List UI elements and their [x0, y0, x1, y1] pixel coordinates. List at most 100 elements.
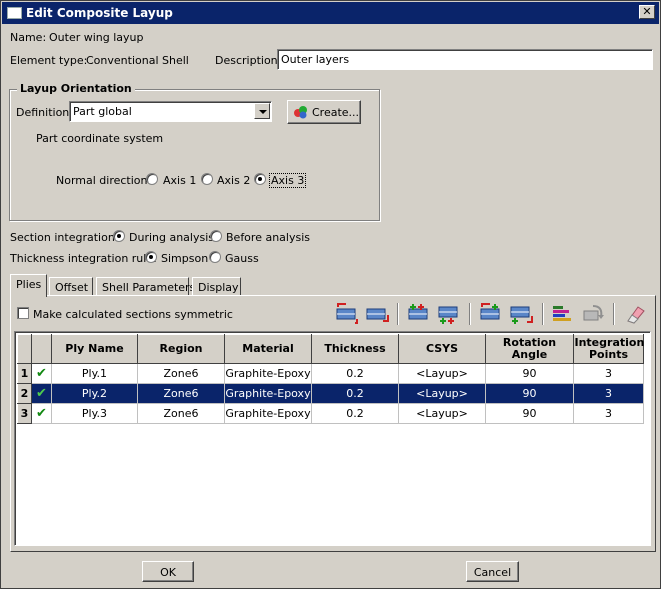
- during-analysis-radio[interactable]: [113, 230, 125, 242]
- during-analysis-label: During analysis: [129, 231, 215, 244]
- eraser-icon[interactable]: [620, 303, 648, 325]
- paste-row-after-icon[interactable]: [507, 303, 535, 325]
- plies-table-grid: Ply Name Region Material Thickness CSYS …: [17, 334, 644, 424]
- description-label: Description:: [215, 54, 282, 67]
- toolbar-separator: [397, 303, 399, 325]
- cell-region[interactable]: Zone6: [137, 403, 225, 424]
- definition-select[interactable]: Part global: [69, 101, 272, 122]
- table-row[interactable]: 1 ✔ Ply.1 Zone6 Graphite-Epoxy 0.2 <Layu…: [17, 363, 644, 384]
- simpson-label: Simpson: [161, 252, 209, 265]
- axis-1-label: Axis 1: [163, 174, 197, 187]
- title-bar[interactable]: Edit Composite Layup ✕: [2, 2, 659, 24]
- coord-system-text: Part coordinate system: [36, 132, 164, 145]
- table-header-row: Ply Name Region Material Thickness CSYS …: [17, 334, 645, 364]
- gauss-label: Gauss: [225, 252, 259, 265]
- row-number[interactable]: 1: [17, 363, 32, 384]
- symmetric-checkbox[interactable]: [17, 307, 29, 319]
- check-icon: ✔: [36, 386, 47, 401]
- column-header-thickness[interactable]: Thickness: [311, 334, 399, 364]
- element-type-label: Element type:: [10, 54, 88, 67]
- toolbar-separator: [613, 303, 615, 325]
- paste-row-before-icon[interactable]: [477, 303, 505, 325]
- layup-orientation-title: Layup Orientation: [17, 82, 135, 95]
- edit-composite-layup-dialog: Edit Composite Layup ✕ Name: Outer wing …: [0, 0, 661, 589]
- toolbar-separator: [469, 303, 471, 325]
- close-button[interactable]: ✕: [639, 5, 655, 19]
- normal-direction-label: Normal direction:: [56, 174, 152, 187]
- insert-row-after-icon[interactable]: [363, 303, 391, 325]
- chevron-down-icon[interactable]: [254, 103, 270, 119]
- axis-1-radio[interactable]: [146, 173, 158, 185]
- cell-integration-points[interactable]: 3: [573, 403, 644, 424]
- plies-table: Ply Name Region Material Thickness CSYS …: [14, 331, 651, 546]
- thickness-rule-label: Thickness integration rule:: [10, 252, 157, 265]
- row-check[interactable]: ✔: [31, 363, 52, 384]
- cell-material[interactable]: Graphite-Epoxy: [224, 403, 312, 424]
- column-header-integration-points[interactable]: Integration Points: [573, 334, 645, 364]
- window-title: Edit Composite Layup: [26, 6, 173, 20]
- cell-region[interactable]: Zone6: [137, 363, 225, 384]
- cell-rotation-angle[interactable]: 90: [485, 363, 574, 384]
- tab-display[interactable]: Display: [192, 277, 241, 297]
- axis-2-label: Axis 2: [217, 174, 251, 187]
- ply-stack-plot-icon[interactable]: [549, 303, 577, 325]
- cell-material[interactable]: Graphite-Epoxy: [224, 383, 312, 404]
- column-header-material[interactable]: Material: [224, 334, 312, 364]
- axis-2-radio[interactable]: [201, 173, 213, 185]
- toolbar-separator: [542, 303, 544, 325]
- cell-region[interactable]: Zone6: [137, 383, 225, 404]
- column-header-csys[interactable]: CSYS: [398, 334, 486, 364]
- column-header-rotation-angle[interactable]: Rotation Angle: [485, 334, 574, 364]
- rotation-angle-header-text: Rotation Angle: [502, 336, 557, 361]
- tab-plies[interactable]: Plies: [10, 274, 47, 297]
- cell-thickness[interactable]: 0.2: [311, 383, 399, 404]
- table-row[interactable]: 3 ✔ Ply.3 Zone6 Graphite-Epoxy 0.2 <Layu…: [17, 403, 644, 424]
- column-header-ply-name[interactable]: Ply Name: [51, 334, 138, 364]
- column-header-region[interactable]: Region: [137, 334, 225, 364]
- cancel-button[interactable]: Cancel: [466, 561, 519, 582]
- copy-row-before-icon[interactable]: [405, 303, 433, 325]
- axis-3-radio[interactable]: [254, 173, 266, 185]
- cell-rotation-angle[interactable]: 90: [485, 383, 574, 404]
- cell-rotation-angle[interactable]: 90: [485, 403, 574, 424]
- cell-csys[interactable]: <Layup>: [398, 383, 486, 404]
- name-value: Outer wing layup: [49, 31, 144, 44]
- cell-csys[interactable]: <Layup>: [398, 403, 486, 424]
- gauss-radio[interactable]: [209, 251, 221, 263]
- before-analysis-label: Before analysis: [226, 231, 310, 244]
- create-button[interactable]: Create...: [287, 100, 361, 124]
- cell-ply-name[interactable]: Ply.3: [51, 403, 138, 424]
- ok-button[interactable]: OK: [142, 561, 194, 582]
- cell-thickness[interactable]: 0.2: [311, 363, 399, 384]
- section-integration-label: Section integration:: [10, 231, 119, 244]
- description-input[interactable]: Outer layers: [277, 49, 653, 70]
- insert-row-before-icon[interactable]: [333, 303, 361, 325]
- tab-offset[interactable]: Offset: [49, 277, 93, 297]
- reverse-order-icon[interactable]: [579, 303, 607, 325]
- row-check[interactable]: ✔: [31, 383, 52, 404]
- cell-integration-points[interactable]: 3: [573, 363, 644, 384]
- tab-shell-parameters[interactable]: Shell Parameters: [96, 277, 195, 297]
- row-number[interactable]: 3: [17, 403, 32, 424]
- simpson-radio[interactable]: [145, 251, 157, 263]
- create-button-label: Create...: [312, 106, 360, 119]
- cell-thickness[interactable]: 0.2: [311, 403, 399, 424]
- window-icon: [7, 7, 22, 19]
- integration-points-header-text: Integration Points: [574, 336, 645, 361]
- definition-label: Definition:: [16, 106, 73, 119]
- symmetric-label: Make calculated sections symmetric: [33, 308, 233, 321]
- cell-integration-points[interactable]: 3: [573, 383, 644, 404]
- cell-ply-name[interactable]: Ply.2: [51, 383, 138, 404]
- row-number[interactable]: 2: [17, 383, 32, 404]
- cell-material[interactable]: Graphite-Epoxy: [224, 363, 312, 384]
- cell-ply-name[interactable]: Ply.1: [51, 363, 138, 384]
- before-analysis-radio[interactable]: [210, 230, 222, 242]
- check-icon: ✔: [36, 366, 47, 381]
- row-check[interactable]: ✔: [31, 403, 52, 424]
- copy-row-after-icon[interactable]: [435, 303, 463, 325]
- corner-header: [17, 334, 32, 364]
- table-row[interactable]: 2 ✔ Ply.2 Zone6 Graphite-Epoxy 0.2 <Layu…: [17, 383, 644, 404]
- element-type-value: Conventional Shell: [86, 54, 189, 67]
- axis-3-label: Axis 3: [269, 173, 307, 188]
- cell-csys[interactable]: <Layup>: [398, 363, 486, 384]
